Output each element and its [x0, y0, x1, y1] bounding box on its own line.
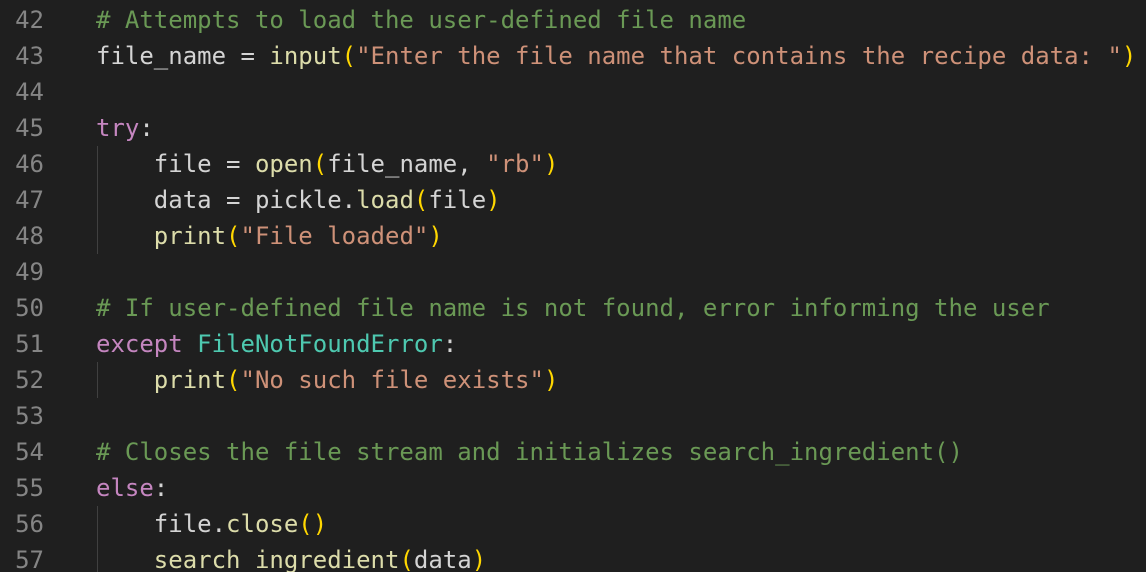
code-token: "rb"	[486, 150, 544, 178]
code-text: except FileNotFoundError:	[96, 326, 457, 362]
code-token: data = pickle.	[96, 186, 357, 214]
line-number: 44	[15, 78, 44, 106]
code-line[interactable]: 51 except FileNotFoundError:	[0, 326, 1146, 362]
code-token: (	[413, 186, 429, 214]
code-token: file.	[96, 510, 227, 538]
code-token: (	[399, 546, 414, 572]
code-line[interactable]: 55 else:	[0, 470, 1146, 506]
code-text: # If user-defined file name is not found…	[96, 290, 1050, 326]
line-number: 55	[15, 474, 44, 502]
code-line[interactable]: 52 print("No such file exists")	[0, 362, 1146, 398]
code-token: FileNotFoundError	[197, 330, 443, 358]
code-token: )	[471, 546, 487, 572]
code-text: try:	[96, 110, 154, 146]
code-token: close	[226, 510, 299, 538]
code-text: else:	[96, 470, 168, 506]
code-line[interactable]: 50 # If user-defined file name is not fou…	[0, 290, 1146, 326]
line-number: 52	[15, 366, 44, 394]
code-token: )	[543, 150, 559, 178]
code-text: file_name = input("Enter the file name t…	[96, 38, 1136, 74]
code-line[interactable]: 49	[0, 254, 1146, 290]
code-token: print	[153, 222, 227, 250]
code-token: data	[413, 546, 472, 572]
line-number: 47	[15, 186, 44, 214]
line-number: 42	[15, 6, 44, 34]
code-line[interactable]: 45 try:	[0, 110, 1146, 146]
line-number: 54	[15, 438, 44, 466]
line-number: 53	[15, 402, 44, 430]
code-token: "File loaded"	[240, 222, 429, 250]
code-token: print	[153, 366, 227, 394]
code-line[interactable]: 44	[0, 74, 1146, 110]
line-number: 56	[15, 510, 44, 538]
code-token: input	[269, 42, 342, 70]
code-token: # If user-defined file name is not found…	[96, 294, 1050, 322]
code-token: (	[341, 42, 357, 70]
indent-guide	[97, 362, 98, 398]
code-token: "No such file exists"	[240, 366, 544, 394]
code-token: search_ingredient	[153, 546, 400, 572]
code-token: :	[139, 114, 154, 142]
code-token: open	[254, 150, 313, 178]
code-token: )	[1121, 42, 1137, 70]
line-number: 50	[15, 294, 44, 322]
line-number: 57	[15, 546, 44, 572]
line-number: 51	[15, 330, 44, 358]
line-number: 43	[15, 42, 44, 70]
code-line[interactable]: 56 file.close()	[0, 506, 1146, 542]
code-token: )	[486, 186, 501, 214]
line-number: 49	[15, 258, 44, 286]
code-text: file = open(file_name, "rb")	[96, 146, 559, 182]
code-text: # Closes the file stream and initializes…	[96, 434, 963, 470]
code-token: file =	[96, 150, 255, 178]
line-number: 48	[15, 222, 44, 250]
code-token: file_name,	[327, 150, 487, 178]
code-token: file_name =	[96, 42, 270, 70]
indent-guide	[97, 146, 98, 254]
code-editor[interactable]: 42 # Attempts to load the user-defined fi…	[0, 0, 1146, 572]
indent-guide	[97, 506, 98, 572]
code-line[interactable]: 57 search_ingredient(data)	[0, 542, 1146, 572]
code-text: # Attempts to load the user-defined file…	[96, 2, 746, 38]
code-token: ()	[298, 510, 328, 538]
code-token: else	[96, 474, 154, 502]
line-number: 45	[15, 114, 44, 142]
code-token: :	[442, 330, 458, 358]
code-text: print("No such file exists")	[96, 362, 559, 398]
code-line[interactable]: 54 # Closes the file stream and initializ…	[0, 434, 1146, 470]
code-text: file.close()	[96, 506, 327, 542]
code-token: (	[226, 222, 241, 250]
code-token: :	[153, 474, 169, 502]
code-token: file	[428, 186, 487, 214]
code-line[interactable]: 53	[0, 398, 1146, 434]
line-number: 46	[15, 150, 44, 178]
code-token: load	[356, 186, 414, 214]
code-token: (	[312, 150, 328, 178]
code-token: (	[226, 366, 241, 394]
code-token: )	[543, 366, 559, 394]
code-line[interactable]: 47 data = pickle.load(file)	[0, 182, 1146, 218]
code-token: # Attempts to load the user-defined file…	[96, 6, 747, 34]
code-token: except	[96, 330, 198, 358]
code-text: data = pickle.load(file)	[96, 182, 501, 218]
code-line[interactable]: 48 print("File loaded")	[0, 218, 1146, 254]
code-line[interactable]: 42 # Attempts to load the user-defined fi…	[0, 2, 1146, 38]
code-text: search_ingredient(data)	[96, 542, 486, 572]
code-token: try	[96, 114, 140, 142]
code-line[interactable]: 46 file = open(file_name, "rb")	[0, 146, 1146, 182]
code-token: "Enter the file name that contains the r…	[356, 42, 1122, 70]
code-text: print("File loaded")	[96, 218, 443, 254]
code-token: # Closes the file stream and initializes…	[96, 438, 963, 466]
code-line[interactable]: 43 file_name = input("Enter the file name…	[0, 38, 1146, 74]
code-token: )	[428, 222, 443, 250]
